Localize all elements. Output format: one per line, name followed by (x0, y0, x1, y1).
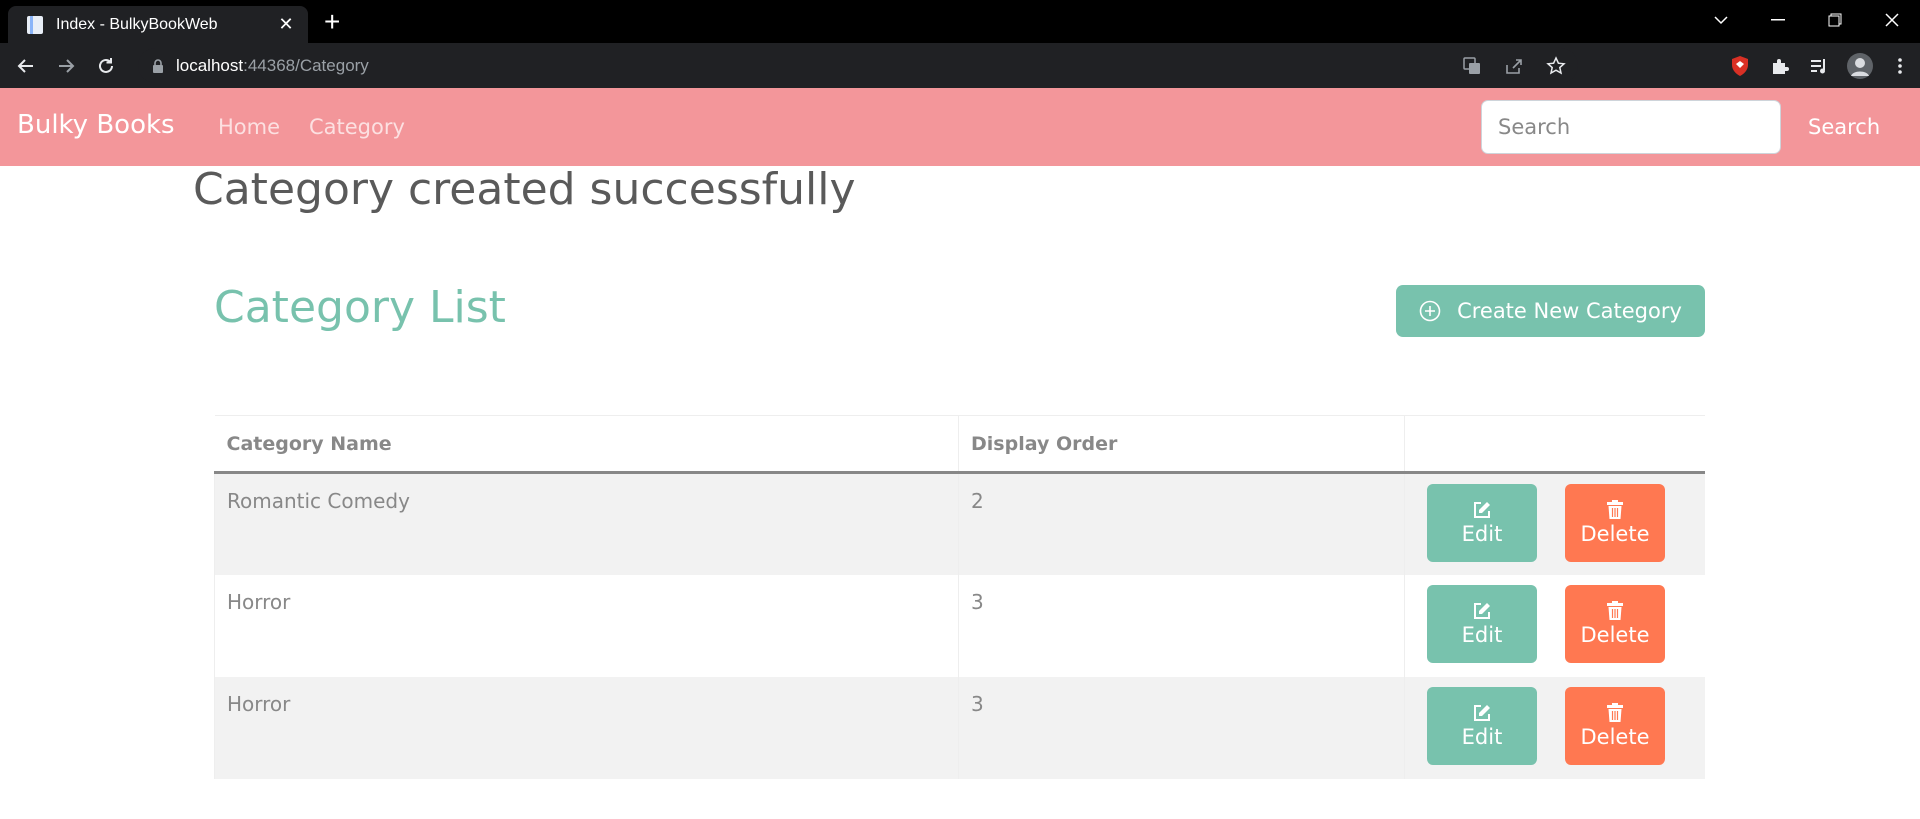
url-path: :44368/Category (243, 55, 369, 75)
star-icon[interactable] (1546, 55, 1566, 76)
edit-label: Edit (1461, 724, 1503, 749)
site-navbar: Bulky Books Home Category Search (0, 88, 1920, 166)
tab-close-icon[interactable]: ✕ (276, 14, 296, 35)
minimize-icon[interactable] (1749, 0, 1806, 40)
cell-category-name: Horror (214, 676, 959, 779)
edit-label: Edit (1461, 622, 1503, 647)
delete-label: Delete (1580, 724, 1650, 749)
cell-actions: Edit Delete (1404, 472, 1705, 575)
avatar[interactable] (1840, 46, 1880, 86)
edit-icon (1474, 602, 1490, 619)
table-row: Horror 3 Edit Delete (214, 676, 1705, 779)
create-category-label: Create New Category (1457, 299, 1682, 323)
create-category-button[interactable]: Create New Category (1396, 285, 1705, 337)
cell-display-order: 3 (958, 676, 1405, 779)
document-icon (27, 15, 43, 34)
media-control-icon[interactable] (1800, 46, 1840, 86)
cell-display-order: 2 (958, 472, 1405, 575)
menu-icon[interactable] (1880, 46, 1920, 86)
cell-category-name: Romantic Comedy (214, 472, 959, 575)
share-icon[interactable] (1504, 56, 1524, 76)
table-row: Horror 3 Edit Delete (214, 574, 1706, 677)
cell-category-name: Horror (214, 574, 959, 677)
header-display-order: Display Order (958, 415, 1405, 474)
header-actions (1404, 415, 1705, 474)
omnibox[interactable]: localhost:44368/Category (138, 48, 1578, 83)
address-bar: localhost:44368/Category (0, 43, 1920, 88)
edit-button[interactable]: Edit (1427, 484, 1537, 562)
success-message: Category created successfully (193, 164, 856, 215)
search-input[interactable] (1481, 100, 1781, 154)
brand-link[interactable]: Bulky Books (17, 110, 175, 140)
plus-circle-icon (1419, 300, 1441, 322)
delete-button[interactable]: Delete (1565, 584, 1665, 663)
trash-icon (1607, 600, 1623, 620)
nav-link-home[interactable]: Home (218, 115, 280, 139)
search-button[interactable]: Search (1792, 100, 1896, 154)
browser-tab[interactable]: Index - BulkyBookWeb ✕ (8, 6, 308, 43)
new-tab-icon[interactable]: + (324, 8, 340, 36)
reload-icon[interactable] (86, 46, 126, 86)
delete-button[interactable]: Delete (1565, 686, 1665, 765)
table-row: Romantic Comedy 2 Edit Delete (214, 472, 1705, 575)
window-controls (1692, 0, 1920, 43)
trash-icon (1607, 702, 1623, 722)
cell-actions: Edit Delete (1405, 575, 1706, 677)
table-header-row: Category Name Display Order (214, 415, 1705, 474)
lock-icon (153, 58, 163, 73)
delete-label: Delete (1580, 522, 1650, 546)
restore-icon[interactable] (1806, 0, 1863, 40)
edit-button[interactable]: Edit (1427, 584, 1537, 663)
url-host: localhost (176, 55, 244, 75)
nav-link-category[interactable]: Category (309, 115, 405, 139)
translate-icon[interactable] (1462, 56, 1482, 76)
category-table-wrapper: Category Name Display Order Romantic Com… (214, 415, 1705, 779)
browser-tab-bar: Index - BulkyBookWeb ✕ + (0, 0, 1920, 43)
edit-icon (1474, 704, 1490, 721)
forward-icon[interactable] (46, 46, 86, 86)
edit-button[interactable]: Edit (1427, 686, 1537, 765)
header-category-name: Category Name (214, 415, 959, 474)
cell-display-order: 3 (958, 574, 1405, 677)
tab-title: Index - BulkyBookWeb (56, 15, 218, 33)
edit-icon (1474, 502, 1490, 518)
cell-actions: Edit Delete (1404, 676, 1705, 779)
delete-label: Delete (1580, 622, 1650, 647)
trash-icon (1607, 500, 1623, 519)
delete-button[interactable]: Delete (1565, 484, 1665, 562)
close-window-icon[interactable] (1863, 0, 1920, 40)
page-title: Category List (214, 282, 506, 333)
puzzle-extension-icon[interactable] (1760, 46, 1800, 86)
edit-label: Edit (1461, 522, 1503, 546)
shield-extension-icon[interactable] (1720, 46, 1760, 86)
back-icon[interactable] (6, 46, 46, 86)
category-table: Category Name Display Order Romantic Com… (214, 415, 1705, 779)
tab-search-icon[interactable] (1692, 0, 1749, 40)
